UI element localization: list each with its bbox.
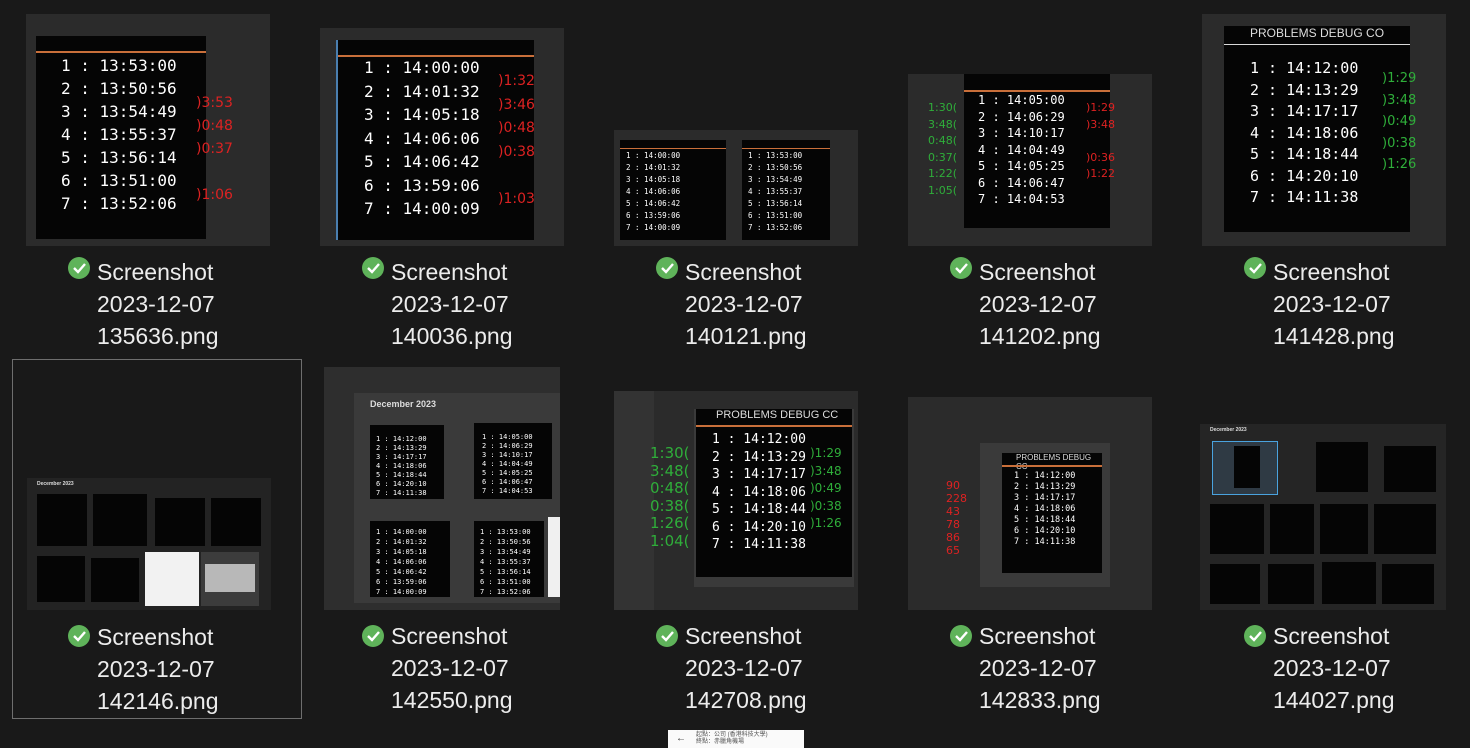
file-tile-selected[interactable]: December 2023 Screenshot 2023-12-07 1421… — [12, 359, 302, 719]
file-name-line2: 2023-12-07 — [685, 655, 803, 681]
file-name-line3: 142550.png — [391, 687, 513, 713]
thumbnail: PROBLEMS DEBUG CO 1 : 14:12:00 2 : 14:13… — [1202, 14, 1446, 246]
handwritten-note-green: 1:30( 3:48( 0:48( 0:38( 1:26( 1:04( — [650, 444, 690, 550]
panel-header: PROBLEMS DEBUG CC — [1016, 453, 1092, 471]
file-tile[interactable]: 1 : 14:00:00 2 : 14:01:32 3 : 14:05:18 4… — [600, 0, 890, 360]
file-name-line2: 2023-12-07 — [979, 291, 1097, 317]
thumbnail-text: 1 : 14:12:00 2 : 14:13:29 3 : 14:17:17 4… — [1250, 59, 1359, 206]
thumbnail: 1 : 14:00:00 2 : 14:01:32 3 : 14:05:18 4… — [614, 130, 858, 246]
thumbnail-text: 1 : 14:00:00 2 : 14:01:32 3 : 14:05:18 4… — [364, 58, 480, 218]
file-tile[interactable]: 1 : 14:05:00 2 : 14:06:29 3 : 14:10:17 4… — [894, 0, 1184, 360]
file-name-line2: 2023-12-07 — [97, 656, 215, 682]
thumbnail: 1 : 14:00:00 2 : 14:01:32 3 : 14:05:18 4… — [320, 28, 564, 246]
route-end: 終點：赤臘角機場 — [696, 739, 745, 745]
sync-check-icon — [656, 625, 678, 647]
sync-check-icon — [1244, 625, 1266, 647]
file-name-line1: Screenshot — [391, 623, 508, 649]
file-name-line2: 2023-12-07 — [979, 655, 1097, 681]
file-tile[interactable]: PROBLEMS DEBUG CC 1 : 14:12:00 2 : 14:13… — [894, 364, 1184, 724]
file-tile[interactable]: December 2023 Screenshot 2023-12-07 1440… — [1188, 364, 1470, 724]
file-name-line3: 142146.png — [97, 688, 219, 714]
thumbnail: December 2023 1 : 14:12:00 2 : 14:13:29 … — [324, 367, 560, 610]
thumbnail-heading: December 2023 — [370, 399, 437, 409]
file-name-line3: 141202.png — [979, 323, 1101, 349]
file-name-line1: Screenshot — [97, 259, 214, 285]
thumbnail-heading: December 2023 — [37, 481, 74, 487]
handwritten-note: )1:32 )3:46 )0:48 )0:38 )1:03 — [498, 73, 535, 207]
sync-check-icon — [68, 257, 90, 279]
thumbnail-text: 1 : 14:12:00 2 : 14:13:29 3 : 14:17:17 4… — [376, 435, 427, 497]
thumbnail-text: 1 : 14:12:00 2 : 14:13:29 3 : 14:17:17 4… — [1014, 471, 1076, 547]
file-name-line2: 2023-12-07 — [391, 291, 509, 317]
route-start: 起點：公司 (香港科技大學) — [696, 732, 768, 738]
file-name-line1: Screenshot — [1273, 623, 1390, 649]
sync-check-icon — [68, 625, 90, 647]
thumbnail-text: 1 : 14:00:00 2 : 14:01:32 3 : 14:05:18 4… — [626, 151, 681, 232]
file-name-line3: 142833.png — [979, 687, 1101, 713]
sync-check-icon — [950, 257, 972, 279]
thumbnail-text: 1 : 14:00:00 2 : 14:01:32 3 : 14:05:18 4… — [376, 528, 427, 596]
thumbnail: 1 : 13:53:00 2 : 13:50:56 3 : 13:54:49 4… — [26, 14, 270, 246]
file-name-line2: 2023-12-07 — [97, 291, 215, 317]
sync-check-icon — [950, 625, 972, 647]
thumbnail-text: 1 : 13:53:00 2 : 13:50:56 3 : 13:54:49 4… — [480, 528, 531, 596]
file-name-line2: 2023-12-07 — [1273, 291, 1391, 317]
file-tile[interactable]: 1 : 13:53:00 2 : 13:50:56 3 : 13:54:49 4… — [12, 0, 302, 360]
file-name-line3: 140036.png — [391, 323, 513, 349]
thumbnail-text: 1 : 14:05:00 2 : 14:06:29 3 : 14:10:17 4… — [482, 433, 533, 495]
route-popup-text: 起點：公司 (香港科技大學) 終點：赤臘角機場 — [696, 732, 768, 746]
thumbnail: PROBLEMS DEBUG CC 1 : 14:12:00 2 : 14:13… — [908, 397, 1152, 610]
handwritten-note-red: 90 228 43 78 86 65 — [946, 479, 967, 557]
file-name-line1: Screenshot — [97, 624, 214, 650]
file-name-line1: Screenshot — [1273, 259, 1390, 285]
file-name-line1: Screenshot — [685, 623, 802, 649]
thumbnail-heading: December 2023 — [1210, 427, 1247, 433]
thumbnail: December 2023 — [27, 478, 271, 610]
file-tile[interactable]: PROBLEMS DEBUG CO 1 : 14:12:00 2 : 14:13… — [1188, 0, 1470, 360]
thumbnail: 1 : 14:05:00 2 : 14:06:29 3 : 14:10:17 4… — [908, 74, 1152, 246]
back-arrow-icon[interactable]: ← — [676, 733, 686, 744]
sync-check-icon — [362, 257, 384, 279]
thumbnail-text: 1 : 14:05:00 2 : 14:06:29 3 : 14:10:17 4… — [978, 93, 1065, 206]
thumbnail: December 2023 — [1200, 424, 1446, 610]
file-name-line1: Screenshot — [979, 259, 1096, 285]
file-name-line2: 2023-12-07 — [685, 291, 803, 317]
thumbnail: PROBLEMS DEBUG CC 1 : 14:12:00 2 : 14:13… — [614, 391, 858, 610]
file-tile[interactable]: PROBLEMS DEBUG CC 1 : 14:12:00 2 : 14:13… — [600, 364, 890, 724]
file-tile[interactable]: December 2023 1 : 14:12:00 2 : 14:13:29 … — [306, 364, 596, 724]
thumbnail-text: 1 : 13:53:00 2 : 13:50:56 3 : 13:54:49 4… — [61, 56, 177, 213]
file-name-line3: 144027.png — [1273, 687, 1395, 713]
file-name-line3: 141428.png — [1273, 323, 1395, 349]
file-tile[interactable]: 1 : 14:00:00 2 : 14:01:32 3 : 14:05:18 4… — [306, 0, 596, 360]
sync-check-icon — [1244, 257, 1266, 279]
file-name-line3: 142708.png — [685, 687, 807, 713]
handwritten-note-red: )1:29 )3:48 )0:49 )0:38 )1:26 — [810, 446, 842, 530]
route-popup[interactable]: ← 起點：公司 (香港科技大學) 終點：赤臘角機場 — [668, 730, 804, 748]
sync-check-icon — [362, 625, 384, 647]
file-name-line2: 2023-12-07 — [391, 655, 509, 681]
file-name-line2: 2023-12-07 — [1273, 655, 1391, 681]
file-name-line3: 140121.png — [685, 323, 807, 349]
file-name-line1: Screenshot — [979, 623, 1096, 649]
thumbnail-text: 1 : 13:53:00 2 : 13:50:56 3 : 13:54:49 4… — [748, 151, 803, 232]
handwritten-note: )1:29 )3:48 )0:49 )0:38 )1:26 — [1382, 71, 1417, 172]
file-name-line3: 135636.png — [97, 323, 219, 349]
handwritten-note: )3:53 )0:48 )0:37 )1:06 — [196, 95, 233, 203]
panel-header: PROBLEMS DEBUG CC — [716, 409, 839, 421]
thumbnail-text: 1 : 14:12:00 2 : 14:13:29 3 : 14:17:17 4… — [712, 432, 806, 552]
sync-check-icon — [656, 257, 678, 279]
file-name-line1: Screenshot — [685, 259, 802, 285]
handwritten-note-red: )1:29 )3:48 )0:36 )1:22 — [1086, 101, 1115, 180]
panel-header: PROBLEMS DEBUG CO — [1250, 26, 1385, 40]
handwritten-note-green: 1:30( 3:48( 0:48( 0:37( 1:22( 1:05( — [928, 101, 957, 197]
file-name-line1: Screenshot — [391, 259, 508, 285]
